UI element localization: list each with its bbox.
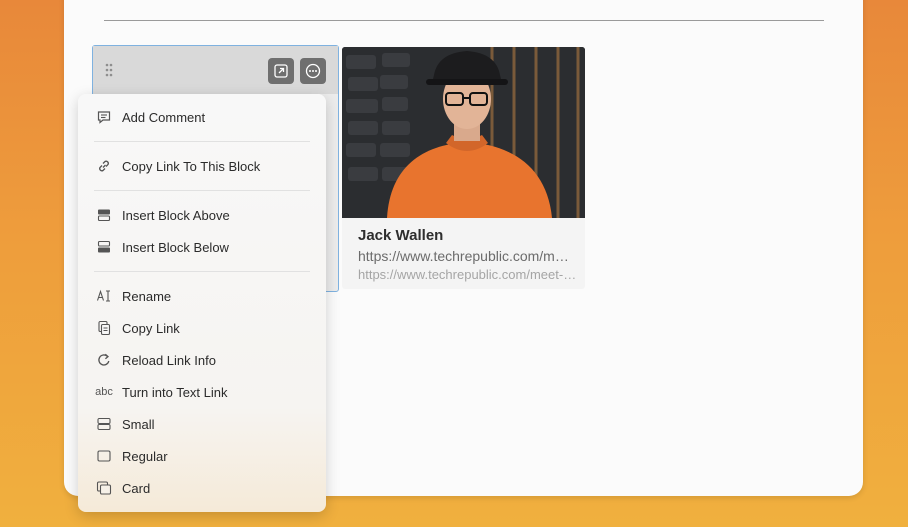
regular-view-icon (94, 446, 114, 466)
link-card-url[interactable]: https://www.techrepublic.com/meet-the-te… (358, 267, 577, 282)
link-icon (94, 156, 114, 176)
open-link-button[interactable] (268, 58, 294, 84)
menu-item-add-comment[interactable]: Add Comment (94, 105, 310, 129)
more-options-button[interactable] (300, 58, 326, 84)
copy-icon (94, 318, 114, 338)
menu-item-label: Reload Link Info (122, 352, 216, 368)
link-card[interactable]: Jack Wallen https://www.techrepublic.com… (342, 47, 585, 289)
comment-icon (94, 107, 114, 127)
menu-item-label: Regular (122, 448, 168, 464)
menu-divider (94, 190, 310, 191)
more-icon (305, 63, 321, 79)
divider (104, 20, 824, 21)
menu-item-label: Turn into Text Link (122, 384, 228, 400)
menu-item-label: Insert Block Above (122, 207, 230, 223)
link-preview-image (342, 47, 585, 218)
menu-item-card[interactable]: Card (94, 476, 310, 500)
menu-item-copy-link-to-block[interactable]: Copy Link To This Block (94, 154, 310, 178)
menu-item-insert-block-below[interactable]: Insert Block Below (94, 235, 310, 259)
menu-item-label: Copy Link To This Block (122, 158, 261, 174)
reload-icon (94, 350, 114, 370)
menu-item-label: Small (122, 416, 155, 432)
block-context-menu: Add Comment Copy Link To This Block Inse… (78, 94, 326, 512)
menu-item-regular[interactable]: Regular (94, 444, 310, 468)
insert-below-icon (94, 237, 114, 257)
menu-item-turn-into-text-link[interactable]: abc Turn into Text Link (94, 380, 310, 404)
menu-divider (94, 141, 310, 142)
menu-item-label: Card (122, 480, 151, 496)
menu-item-copy-link[interactable]: Copy Link (94, 316, 310, 340)
small-view-icon (94, 414, 114, 434)
menu-divider (94, 271, 310, 272)
menu-item-label: Insert Block Below (122, 239, 229, 255)
drag-handle-icon[interactable] (105, 63, 113, 77)
link-card-description: https://www.techrepublic.com/meet-the-te… (358, 248, 573, 264)
text-link-icon: abc (95, 386, 113, 398)
open-external-icon (274, 64, 288, 78)
link-card-title: Jack Wallen (358, 227, 444, 244)
menu-item-label: Rename (122, 288, 172, 304)
menu-item-small[interactable]: Small (94, 412, 310, 436)
menu-item-label: Add Comment (122, 109, 206, 125)
menu-item-reload-link-info[interactable]: Reload Link Info (94, 348, 310, 372)
menu-item-insert-block-above[interactable]: Insert Block Above (94, 203, 310, 227)
menu-item-rename[interactable]: Rename (94, 284, 310, 308)
rename-icon (94, 286, 114, 306)
insert-above-icon (94, 205, 114, 225)
card-view-icon (94, 478, 114, 498)
menu-item-label: Copy Link (122, 320, 180, 336)
block-toolbar (93, 46, 338, 94)
